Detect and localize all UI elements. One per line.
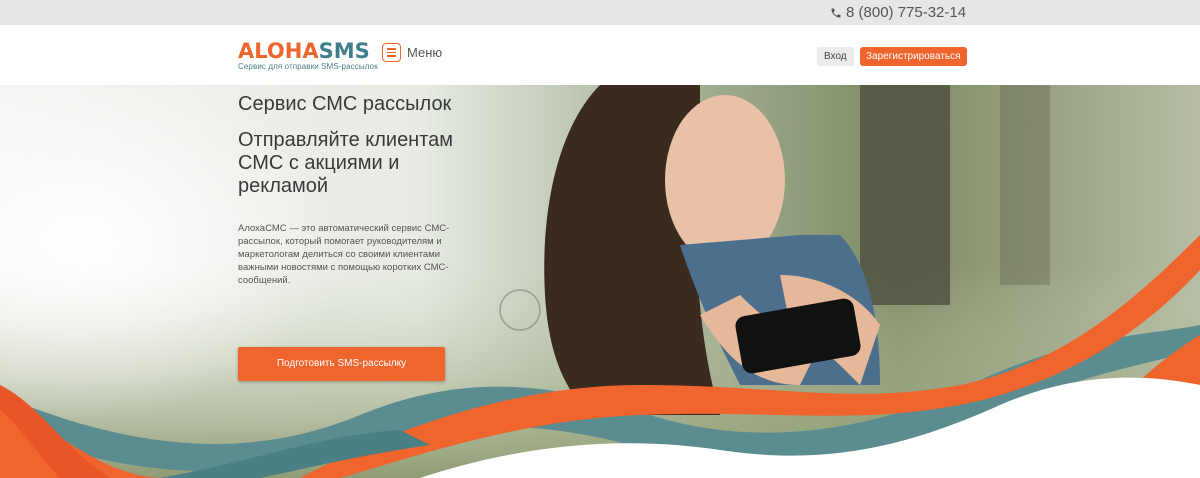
- register-button[interactable]: Зарегистрироваться: [860, 47, 967, 66]
- woman-with-phone-photo: [0, 85, 1200, 478]
- hero-subtitle: Отправляйте клиентам СМС с акциями и рек…: [238, 129, 454, 197]
- logo[interactable]: ALOHASMS Сервис для отправки SMS-рассыло…: [238, 39, 378, 72]
- logo-aloha-text: ALOHA: [238, 39, 319, 63]
- login-button[interactable]: Вход: [817, 47, 854, 66]
- site-header: ALOHASMS Сервис для отправки SMS-рассыло…: [0, 25, 1200, 85]
- hero-description: АлохаСМС — это автоматический сервис СМС…: [238, 223, 450, 286]
- hamburger-icon: [382, 43, 401, 62]
- menu-label: Меню: [407, 45, 443, 60]
- logo-tagline: Сервис для отправки SMS-рассылок: [238, 62, 378, 71]
- hero-section: Сервис СМС рассылок Отправляйте клиентам…: [0, 85, 1200, 478]
- menu-button[interactable]: Меню: [382, 43, 442, 62]
- hero-title: Сервис СМС рассылок: [238, 93, 452, 115]
- prepare-sms-button[interactable]: Подготовить SMS-рассылку: [238, 347, 445, 381]
- phone-icon: [831, 8, 841, 17]
- top-bar: 8 (800) 775-32-14: [0, 0, 1200, 25]
- phone-number: 8 (800) 775-32-14: [846, 4, 967, 21]
- logo-sms-text: SMS: [318, 39, 370, 63]
- hero-text-block: Сервис СМС рассылок Отправляйте клиентам…: [238, 93, 478, 287]
- phone-link[interactable]: 8 (800) 775-32-14: [830, 4, 966, 21]
